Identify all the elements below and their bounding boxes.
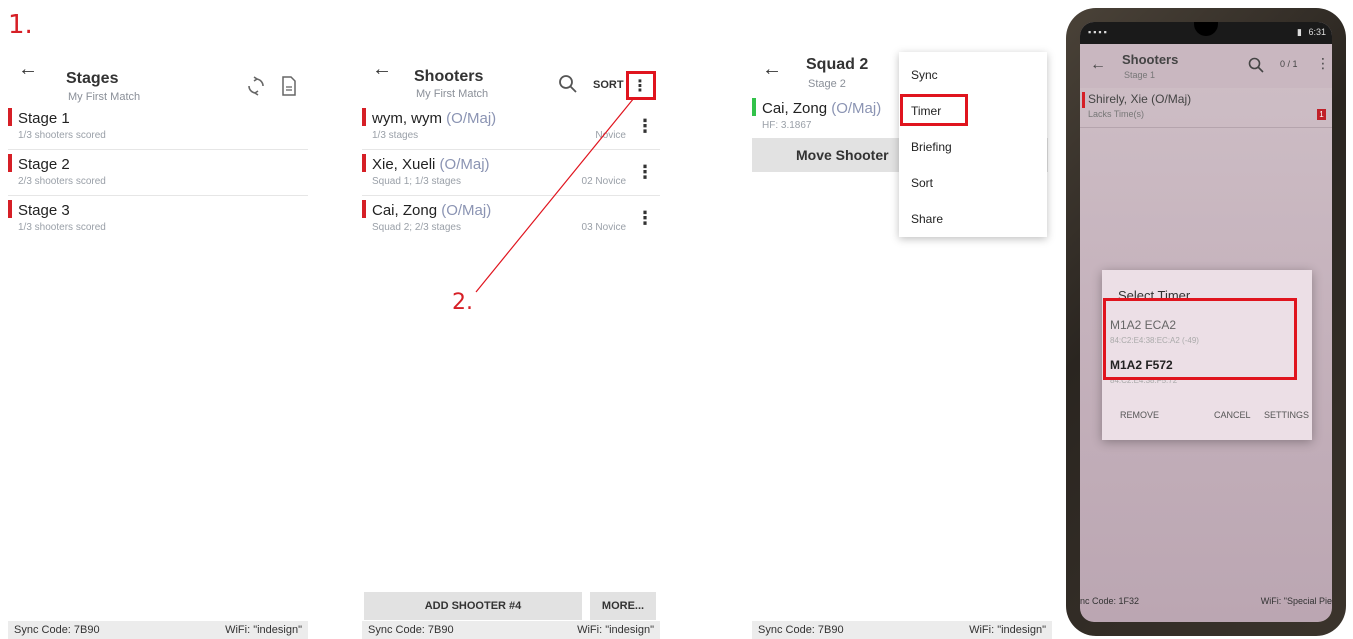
- step-label-2: 2.: [452, 290, 473, 315]
- phone-status-footer: nc Code: 1F32 WiFi: "Special Pie: [1080, 592, 1332, 612]
- stage-progress: 2/3 shooters scored: [18, 176, 106, 187]
- camera-notch: [1194, 22, 1218, 36]
- page-subtitle: My First Match: [68, 91, 141, 103]
- overflow-menu: Sync Timer Briefing Sort Share: [899, 52, 1047, 237]
- step-label-1: 1.: [8, 10, 33, 40]
- shooter-counter: 0 / 1: [1280, 59, 1298, 69]
- phone-status-bar: ▪▪▪▪ ▮ 6:31: [1080, 22, 1332, 44]
- overflow-menu-icon[interactable]: ⋮: [1316, 55, 1330, 72]
- menu-item-sync[interactable]: Sync: [911, 68, 938, 82]
- sync-code: Sync Code: 7B90: [368, 624, 454, 636]
- status-bar: [1082, 92, 1085, 108]
- page-title: Squad 2: [806, 56, 869, 73]
- list-item[interactable]: Stage 1 1/3 shooters scored: [8, 104, 308, 150]
- status-bar: [362, 108, 366, 126]
- shooter-stages: Squad 1; 1/3 stages: [372, 176, 461, 187]
- pointer-line: [475, 97, 635, 293]
- stage-title: Stage 3: [18, 202, 70, 219]
- search-icon[interactable]: [558, 74, 578, 94]
- timer-highlight: [900, 94, 968, 126]
- sync-code: Sync Code: 7B90: [14, 624, 100, 636]
- stage-progress: 1/3 shooters scored: [18, 130, 106, 141]
- sync-icon[interactable]: [246, 76, 266, 96]
- status-bar: [8, 108, 12, 126]
- hit-factor: HF: 3.1867: [762, 120, 812, 131]
- add-shooter-button[interactable]: ADD SHOOTER #4: [364, 592, 582, 620]
- status-bar: [8, 200, 12, 218]
- document-icon[interactable]: [280, 75, 298, 97]
- phone-app-bar: ← Shooters Stage 1 0 / 1 ⋮: [1080, 44, 1332, 88]
- remove-button[interactable]: REMOVE: [1120, 410, 1159, 420]
- status-bar: [752, 98, 756, 116]
- status-footer: Sync Code: 7B90 WiFi: "indesign": [362, 621, 660, 639]
- shooter-stages: 1/3 stages: [372, 130, 419, 141]
- wifi-status: WiFi: "Special Pie: [1260, 596, 1332, 606]
- timer-list-highlight: [1103, 298, 1297, 380]
- page-title: Shooters: [414, 68, 484, 85]
- battery-icon: ▮: [1297, 27, 1302, 37]
- phone-subtitle: Stage 1: [1124, 70, 1156, 80]
- shooter-stages: Squad 2; 2/3 stages: [372, 222, 461, 233]
- more-button[interactable]: MORE...: [590, 592, 656, 620]
- stage-title: Stage 2: [18, 156, 70, 173]
- page-subtitle: Stage 2: [808, 78, 846, 90]
- back-arrow-icon[interactable]: ←: [372, 58, 392, 81]
- shooter-name: Cai, Zong (O/Maj): [762, 100, 882, 117]
- page-title: Stages: [66, 70, 119, 87]
- back-arrow-icon[interactable]: ←: [762, 58, 782, 81]
- shooter-status: Lacks Time(s): [1088, 109, 1145, 119]
- wifi-status: WiFi: "indesign": [969, 624, 1046, 636]
- stage-progress: 1/3 shooters scored: [18, 222, 106, 233]
- phone-title: Shooters: [1122, 52, 1179, 67]
- app-bar: ← Stages My First Match: [8, 40, 308, 104]
- stage-title: Stage 1: [18, 110, 70, 127]
- status-bar: [362, 200, 366, 218]
- search-icon[interactable]: [1248, 57, 1264, 73]
- sync-code: Sync Code: 7B90: [758, 624, 844, 636]
- wifi-status: WiFi: "indesign": [225, 624, 302, 636]
- cancel-button[interactable]: CANCEL: [1214, 410, 1251, 420]
- list-item[interactable]: Stage 2 2/3 shooters scored: [8, 150, 308, 196]
- menu-item-sort[interactable]: Sort: [911, 176, 933, 190]
- app-bar: ← Shooters My First Match SORT ⋮: [362, 40, 660, 104]
- list-item[interactable]: Stage 3 1/3 shooters scored: [8, 196, 308, 242]
- status-time: 6:31: [1308, 27, 1326, 37]
- count-badge: 1: [1317, 109, 1326, 120]
- shooter-name: Shirely, Xie (O/Maj): [1088, 92, 1192, 106]
- status-bar: [362, 154, 366, 172]
- signal-icons: ▪▪▪▪: [1088, 27, 1109, 37]
- menu-item-share[interactable]: Share: [911, 212, 943, 226]
- settings-button[interactable]: SETTINGS: [1264, 410, 1309, 420]
- status-bar: [8, 154, 12, 172]
- wifi-status: WiFi: "indesign": [577, 624, 654, 636]
- sync-code: nc Code: 1F32: [1080, 596, 1140, 606]
- back-arrow-icon[interactable]: ←: [1090, 56, 1106, 74]
- back-arrow-icon[interactable]: ←: [18, 58, 38, 81]
- status-footer: Sync Code: 7B90 WiFi: "indesign": [752, 621, 1052, 639]
- sort-button[interactable]: SORT: [593, 79, 624, 91]
- status-footer: Sync Code: 7B90 WiFi: "indesign": [8, 621, 308, 639]
- menu-item-briefing[interactable]: Briefing: [911, 140, 952, 154]
- stages-screen: ← Stages My First Match Stage 1 1/3 shoo…: [8, 40, 308, 639]
- list-item[interactable]: Shirely, Xie (O/Maj) Lacks Time(s) 1: [1080, 88, 1332, 128]
